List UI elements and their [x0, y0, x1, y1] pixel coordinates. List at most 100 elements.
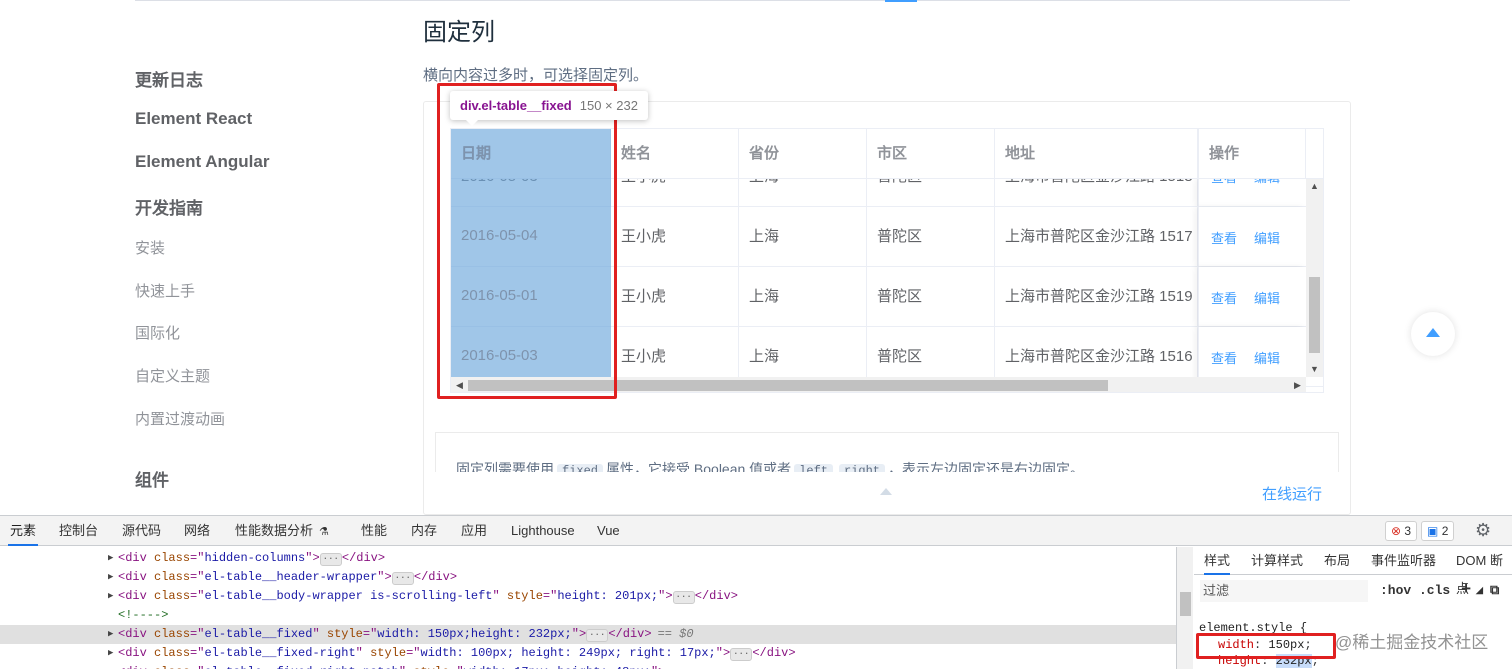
tab-sources[interactable]: 源代码: [122, 516, 161, 546]
collapsed-ellipsis-icon[interactable]: ···: [730, 648, 753, 661]
view-link[interactable]: 查看: [1211, 179, 1237, 186]
attr-name[interactable]: class: [154, 627, 190, 641]
collapsed-ellipsis-icon[interactable]: ···: [586, 629, 609, 642]
attr-value[interactable]: height: 201px;: [557, 589, 658, 603]
attr-name[interactable]: class: [154, 646, 190, 660]
height-annotation: [1196, 633, 1336, 659]
attr-name[interactable]: style: [507, 589, 543, 603]
settings-gear-icon[interactable]: ⚙: [1475, 520, 1491, 541]
fixed-column-annotation: [437, 83, 617, 399]
hover-state-toggle[interactable]: :hov: [1380, 580, 1411, 602]
styles-filter-input[interactable]: 过滤: [1200, 580, 1368, 602]
expand-triangle-icon[interactable]: ▶: [108, 587, 113, 606]
attr-value[interactable]: width: 17px; height: 48px;: [464, 665, 651, 669]
edit-link[interactable]: 编辑: [1254, 228, 1280, 247]
tab-memory[interactable]: 内存: [411, 516, 437, 546]
tag-close: </div>: [694, 589, 738, 603]
nav-quickstart[interactable]: 快速上手: [135, 280, 195, 301]
nav-element-angular[interactable]: Element Angular: [135, 152, 269, 172]
dom-node-line[interactable]: ▶ <div class="el-table__fixed-right" styl…: [0, 644, 1176, 663]
attr-name[interactable]: class: [154, 570, 190, 584]
tab-performance-insights[interactable]: 性能数据分析 ⚗: [235, 516, 329, 546]
expand-triangle-icon[interactable]: ▶: [108, 568, 113, 587]
dom-node-markup: <div class="hidden-columns"> ··· </div>: [118, 551, 386, 566]
tab-vue[interactable]: Vue: [597, 516, 620, 546]
attr-value[interactable]: el-table__fixed: [204, 627, 312, 641]
nav-changelog[interactable]: 更新日志: [135, 66, 203, 91]
nav-element-react[interactable]: Element React: [135, 109, 252, 129]
collapsed-ellipsis-icon[interactable]: ···: [319, 553, 342, 566]
run-online-button[interactable]: 在线运行: [1262, 483, 1322, 504]
edit-link[interactable]: 编辑: [1254, 288, 1280, 307]
nav-custom-theme[interactable]: 自定义主题: [135, 365, 210, 386]
tab-event-listeners[interactable]: 事件监听器: [1371, 547, 1436, 575]
dom-node-line[interactable]: ▶ <div class="el-table__fixed-right-patch…: [0, 663, 1176, 669]
tab-lighthouse[interactable]: Lighthouse: [511, 516, 575, 546]
attr-name[interactable]: style: [370, 646, 406, 660]
dom-node-line[interactable]: ▶ <div class="el-table__fixed" style="wid…: [0, 625, 1176, 644]
class-toggle[interactable]: .cls: [1419, 580, 1450, 602]
back-to-top-button[interactable]: [1411, 312, 1455, 356]
section-title: 固定列: [423, 19, 495, 46]
tooltip-selector: div.el-table__fixed: [460, 98, 572, 113]
dom-node-line[interactable]: ▶ <div class="el-table__body-wrapper is-s…: [0, 587, 1176, 606]
expand-triangle-icon[interactable]: ▶: [108, 549, 113, 568]
tab-console[interactable]: 控制台: [59, 516, 98, 546]
dom-node-line[interactable]: ▶ <div class="el-table__header-wrapper"> ·…: [0, 568, 1176, 587]
nav-transition[interactable]: 内置过渡动画: [135, 408, 225, 429]
tab-layout[interactable]: 布局: [1324, 547, 1350, 575]
nav-components: 组件: [135, 471, 169, 490]
edit-link[interactable]: 编辑: [1254, 348, 1280, 367]
expand-triangle-icon[interactable]: ▶: [108, 644, 113, 663]
message-badge[interactable]: ▣ 2: [1421, 521, 1455, 541]
attr-value[interactable]: width: 100px; height: 249px; right: 17px…: [421, 646, 716, 660]
scroll-down-arrow-icon[interactable]: ▼: [1310, 364, 1319, 374]
tab-label: 性能数据分析: [235, 523, 314, 538]
vertical-scroll-thumb[interactable]: [1309, 277, 1320, 353]
chevron-down-icon[interactable]: ◢: [1476, 580, 1483, 602]
error-badge[interactable]: ⊗ 3: [1385, 521, 1418, 541]
attr-value[interactable]: el-table__header-wrapper: [204, 570, 377, 584]
collapse-caret-icon[interactable]: [880, 488, 892, 495]
attr-name[interactable]: class: [154, 589, 190, 603]
styles-tab-bar: 样式 计算样式 布局 事件监听器 DOM 断点: [1194, 547, 1512, 596]
add-rule-icon[interactable]: +: [1461, 580, 1471, 602]
attr-name[interactable]: style: [327, 627, 363, 641]
attr-value[interactable]: width: 150px;height: 232px;: [377, 627, 571, 641]
vertical-scrollbar[interactable]: ▲ ▼: [1306, 179, 1323, 377]
expand-triangle-icon[interactable]: ▶: [108, 663, 113, 669]
edit-link[interactable]: 编辑: [1254, 179, 1280, 186]
scroll-right-arrow-icon[interactable]: ▶: [1294, 380, 1301, 391]
attr-name[interactable]: style: [413, 665, 449, 669]
collapsed-ellipsis-icon[interactable]: ···: [391, 572, 414, 585]
dom-scroll-thumb[interactable]: [1180, 592, 1191, 616]
dom-tree-scrollbar[interactable]: [1176, 547, 1193, 669]
computed-sidebar-icon[interactable]: ⧉: [1490, 580, 1499, 602]
tab-network[interactable]: 网络: [184, 516, 210, 546]
attr-value[interactable]: el-table__fixed-right-patch: [204, 665, 398, 669]
tab-styles[interactable]: 样式: [1204, 547, 1231, 575]
tab-application[interactable]: 应用: [461, 516, 487, 546]
view-link[interactable]: 查看: [1211, 348, 1237, 367]
error-count: 3: [1404, 524, 1412, 538]
view-link[interactable]: 查看: [1211, 288, 1237, 307]
tab-computed[interactable]: 计算样式: [1251, 547, 1303, 575]
attr-name[interactable]: class: [154, 665, 190, 669]
nav-i18n[interactable]: 国际化: [135, 322, 180, 343]
scroll-up-arrow-icon[interactable]: ▲: [1310, 181, 1319, 191]
dom-node-line[interactable]: ▶ <div class="hidden-columns"> ··· </div>: [0, 549, 1176, 568]
expand-triangle-icon[interactable]: ▶: [108, 625, 113, 644]
nav-dev-guide: 开发指南: [135, 199, 203, 218]
tab-dom-breakpoints[interactable]: DOM 断点: [1456, 547, 1512, 596]
view-link[interactable]: 查看: [1211, 228, 1237, 247]
collapsed-ellipsis-icon[interactable]: ···: [672, 591, 695, 604]
tab-performance[interactable]: 性能: [361, 516, 387, 546]
attr-value[interactable]: el-table__fixed-right: [204, 646, 355, 660]
attr-value[interactable]: hidden-columns: [204, 551, 305, 565]
attr-value[interactable]: el-table__body-wrapper is-scrolling-left: [204, 589, 492, 603]
tag-open: <div: [118, 627, 147, 641]
attr-name[interactable]: class: [154, 551, 190, 565]
tab-elements[interactable]: 元素: [8, 516, 39, 546]
nav-install[interactable]: 安装: [135, 237, 165, 258]
dom-node-line[interactable]: <!---->: [0, 606, 1176, 625]
